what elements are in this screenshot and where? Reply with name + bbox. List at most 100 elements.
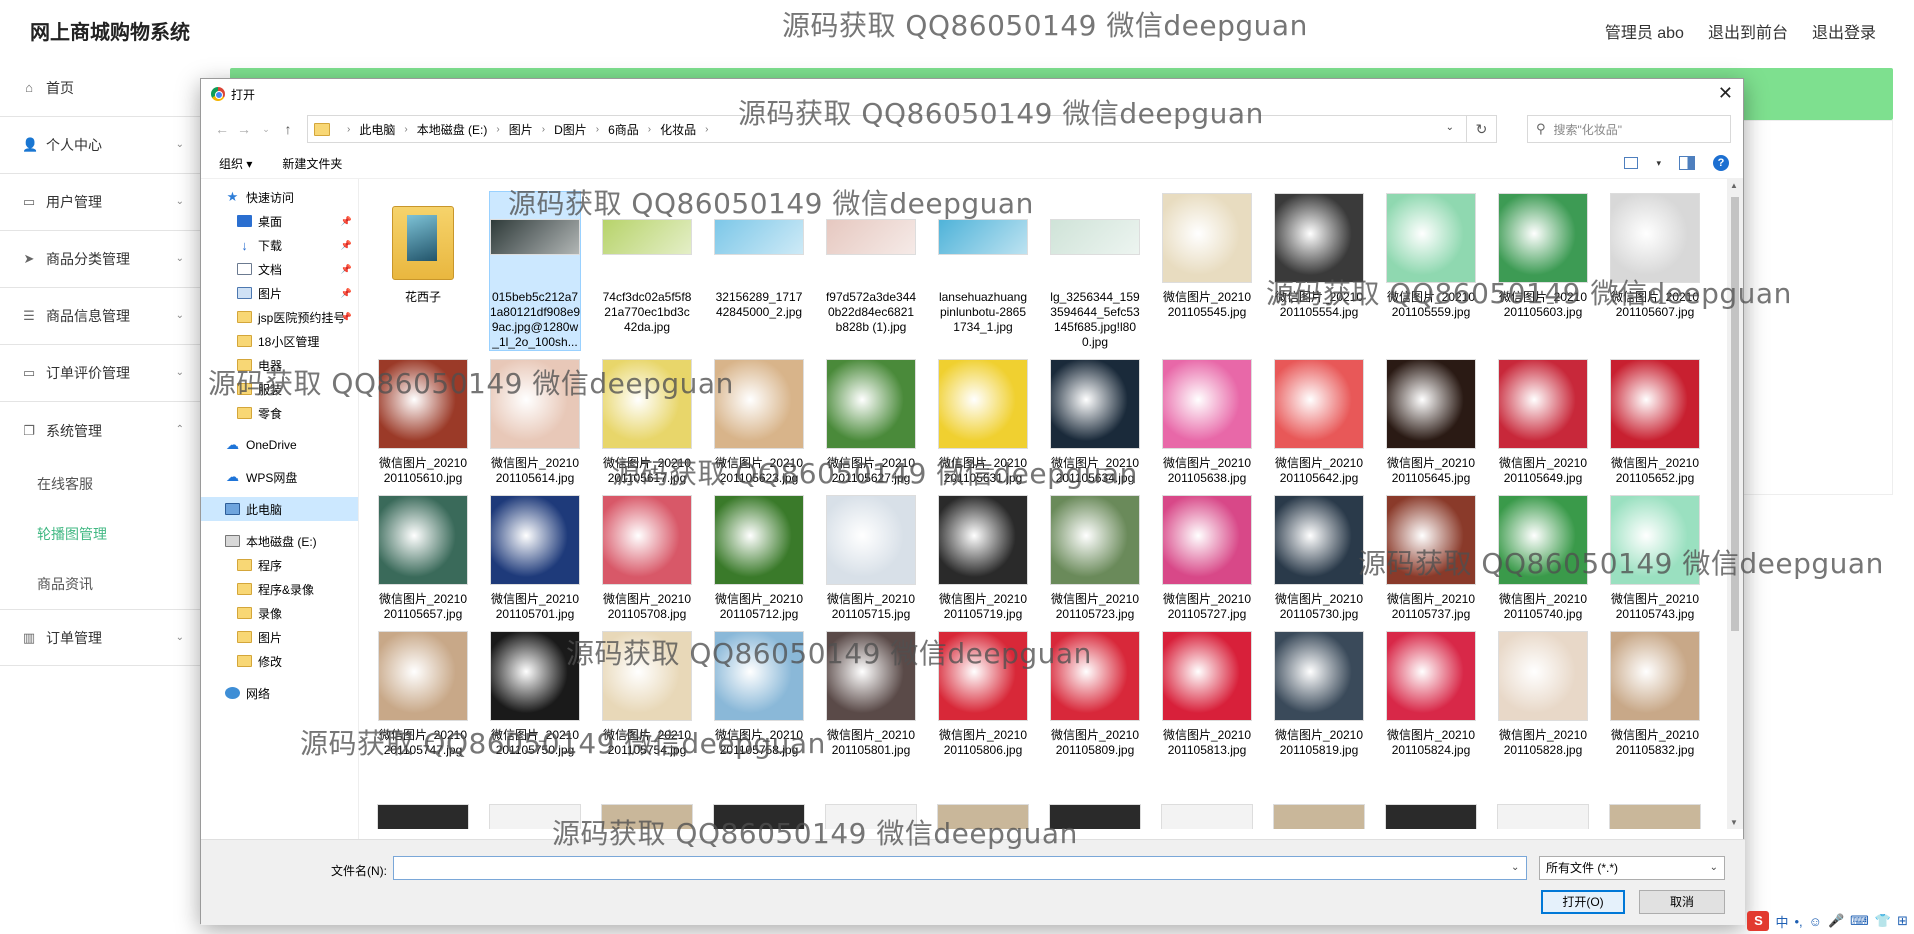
scrollbar-thumb[interactable] — [1731, 197, 1739, 631]
nav-tree-item[interactable]: ↓ 下载 📌 — [201, 233, 358, 257]
view-options-icon[interactable] — [1624, 157, 1639, 169]
preview-pane-icon[interactable] — [1679, 156, 1695, 170]
chevron-down-icon[interactable]: ▾ — [1656, 158, 1661, 169]
file-item[interactable]: lg_3256344_1593594644_5efc53145f685.jpg!… — [1049, 191, 1141, 351]
nav-tree-item[interactable]: 此电脑 — [201, 497, 358, 521]
open-button[interactable]: 打开(O) — [1541, 890, 1625, 914]
file-item[interactable]: 微信图片_20210201105750.jpg — [489, 629, 581, 759]
filetype-select[interactable]: 所有文件 (*.*) ⌄ — [1539, 856, 1725, 880]
file-item[interactable]: 微信图片_20210201105559.jpg — [1385, 191, 1477, 351]
file-item[interactable]: 微信图片_20210201105727.jpg — [1161, 493, 1253, 623]
close-icon[interactable]: ✕ — [1718, 83, 1733, 104]
file-item[interactable]: 微信图片_20210201105649.jpg — [1497, 357, 1589, 487]
file-item[interactable]: 微信图片_20210201105652.jpg — [1609, 357, 1701, 487]
file-item[interactable]: 32156289_171742845000_2.jpg — [713, 191, 805, 351]
sogou-ime-icon[interactable]: S — [1747, 911, 1770, 931]
image-thumbnail[interactable] — [937, 804, 1029, 829]
image-thumbnail[interactable] — [1273, 804, 1365, 829]
image-thumbnail[interactable] — [1497, 804, 1589, 829]
sidebar-item-users[interactable]: ▭ 用户管理 ⌄ — [0, 174, 200, 231]
back-to-front-link[interactable]: 退出到前台 — [1708, 19, 1788, 43]
nav-tree-item[interactable]: ☁ OneDrive — [201, 433, 358, 457]
sidebar-item-orders[interactable]: ▥ 订单管理 ⌄ — [0, 609, 200, 666]
file-item[interactable]: 微信图片_20210201105715.jpg — [825, 493, 917, 623]
image-thumbnail[interactable] — [1609, 804, 1701, 829]
file-item[interactable]: 微信图片_20210201105723.jpg — [1049, 493, 1141, 623]
keyboard-icon[interactable]: ⌨ — [1850, 913, 1869, 929]
nav-tree-item[interactable]: 网络 — [201, 681, 358, 705]
nav-tree-item[interactable]: 18小区管理 — [201, 329, 358, 353]
image-thumbnail[interactable] — [601, 804, 693, 829]
file-item[interactable]: 微信图片_20210201105743.jpg — [1609, 493, 1701, 623]
breadcrumb-item[interactable]: 图片 — [509, 121, 533, 138]
image-thumbnail[interactable] — [1385, 804, 1477, 829]
breadcrumb-item[interactable]: 本地磁盘 (E:) — [417, 121, 488, 138]
file-item[interactable]: 微信图片_20210201105708.jpg — [601, 493, 693, 623]
file-item[interactable]: 74cf3dc02a5f5f821a770ec1bd3c42da.jpg — [601, 191, 693, 351]
nav-tree-item[interactable]: 图片 — [201, 625, 358, 649]
new-folder-button[interactable]: 新建文件夹 — [282, 155, 342, 172]
nav-tree-item[interactable]: 零食 — [201, 401, 358, 425]
logout-link[interactable]: 退出登录 — [1812, 19, 1876, 43]
organize-button[interactable]: 组织 ▾ — [219, 155, 252, 172]
microphone-icon[interactable]: 🎤 — [1828, 913, 1844, 929]
nav-tree-item[interactable]: ☁ WPS网盘 — [201, 465, 358, 489]
refresh-icon[interactable]: ↻ — [1466, 116, 1496, 142]
skin-icon[interactable]: 👕 — [1875, 913, 1891, 929]
cancel-button[interactable]: 取消 — [1639, 890, 1725, 914]
file-item[interactable]: 微信图片_20210201105740.jpg — [1497, 493, 1589, 623]
ime-language[interactable]: 中 — [1775, 912, 1788, 931]
nav-tree-item[interactable]: ★ 快速访问 — [201, 185, 358, 209]
file-item[interactable]: 015beb5c212a71a80121df908e99ac.jpg@1280w… — [489, 191, 581, 351]
nav-tree-item[interactable]: 电器 — [201, 353, 358, 377]
punctuation-toggle[interactable]: •, — [1795, 914, 1803, 929]
file-item[interactable]: 微信图片_20210201105806.jpg — [937, 629, 1029, 759]
filename-input[interactable] — [393, 856, 1527, 880]
file-item[interactable]: 微信图片_20210201105614.jpg — [489, 357, 581, 487]
chevron-down-icon[interactable]: ⌄ — [1511, 862, 1519, 873]
image-thumbnail[interactable] — [1161, 804, 1253, 829]
file-item[interactable]: 微信图片_20210201105809.jpg — [1049, 629, 1141, 759]
breadcrumb-item[interactable]: 此电脑 — [359, 121, 395, 138]
file-item[interactable]: 微信图片_20210201105832.jpg — [1609, 629, 1701, 759]
file-item[interactable]: 微信图片_20210201105730.jpg — [1273, 493, 1365, 623]
sidebar-item-home[interactable]: ⌂ 首页 — [0, 60, 200, 117]
image-thumbnail[interactable] — [825, 804, 917, 829]
file-item[interactable]: 微信图片_20210201105754.jpg — [601, 629, 693, 759]
image-thumbnail[interactable] — [713, 804, 805, 829]
file-item[interactable]: 微信图片_20210201105813.jpg — [1161, 629, 1253, 759]
up-arrow-icon[interactable]: ↑ — [277, 121, 299, 137]
nav-tree-item[interactable]: 桌面 📌 — [201, 209, 358, 233]
file-item[interactable]: lansehuazhuangpinlunbotu-28651734_1.jpg — [937, 191, 1029, 351]
file-item[interactable]: 微信图片_20210201105758.jpg — [713, 629, 805, 759]
forward-arrow-icon[interactable]: → — [233, 121, 255, 137]
address-bar[interactable]: › 此电脑 › 本地磁盘 (E:) › 图片 › D图片 › 6商品 › 化妆品… — [307, 115, 1497, 143]
file-item[interactable]: 微信图片_20210201105617.jpg — [601, 357, 693, 487]
file-item[interactable]: 微信图片_20210201105824.jpg — [1385, 629, 1477, 759]
file-item[interactable]: 微信图片_20210201105610.jpg — [377, 357, 469, 487]
file-item[interactable]: 微信图片_20210201105747.jpg — [377, 629, 469, 759]
file-item[interactable]: 微信图片_20210201105545.jpg — [1161, 191, 1253, 351]
file-item[interactable]: 微信图片_20210201105719.jpg — [937, 493, 1029, 623]
file-item[interactable]: 微信图片_20210201105631.jpg — [937, 357, 1029, 487]
help-icon[interactable]: ? — [1713, 155, 1729, 171]
file-item[interactable]: 微信图片_20210201105603.jpg — [1497, 191, 1589, 351]
emoji-icon[interactable]: ☺ — [1809, 914, 1822, 929]
file-item[interactable]: 微信图片_20210201105819.jpg — [1273, 629, 1365, 759]
folder-item[interactable]: 花西子 — [377, 191, 469, 351]
nav-tree-item[interactable]: 服装 — [201, 377, 358, 401]
file-item[interactable]: 微信图片_20210201105634.jpg — [1049, 357, 1141, 487]
file-item[interactable]: 微信图片_20210201105828.jpg — [1497, 629, 1589, 759]
nav-tree-item[interactable]: 程序 — [201, 553, 358, 577]
sidebar-sub-online-service[interactable]: 在线客服 — [0, 459, 200, 509]
file-item[interactable]: 微信图片_20210201105642.jpg — [1273, 357, 1365, 487]
scroll-up-icon[interactable]: ▲ — [1730, 181, 1738, 190]
file-item[interactable]: 微信图片_20210201105554.jpg — [1273, 191, 1365, 351]
file-item[interactable]: 微信图片_20210201105638.jpg — [1161, 357, 1253, 487]
search-input[interactable]: ⚲ 搜索"化妆品" — [1527, 115, 1731, 143]
grid-icon[interactable]: ⊞ — [1897, 913, 1908, 929]
file-item[interactable]: 微信图片_20210201105627.jpg — [825, 357, 917, 487]
file-item[interactable]: 微信图片_20210201105737.jpg — [1385, 493, 1477, 623]
sidebar-item-products[interactable]: ☰ 商品信息管理 ⌄ — [0, 288, 200, 345]
breadcrumb-item[interactable]: D图片 — [554, 121, 587, 138]
